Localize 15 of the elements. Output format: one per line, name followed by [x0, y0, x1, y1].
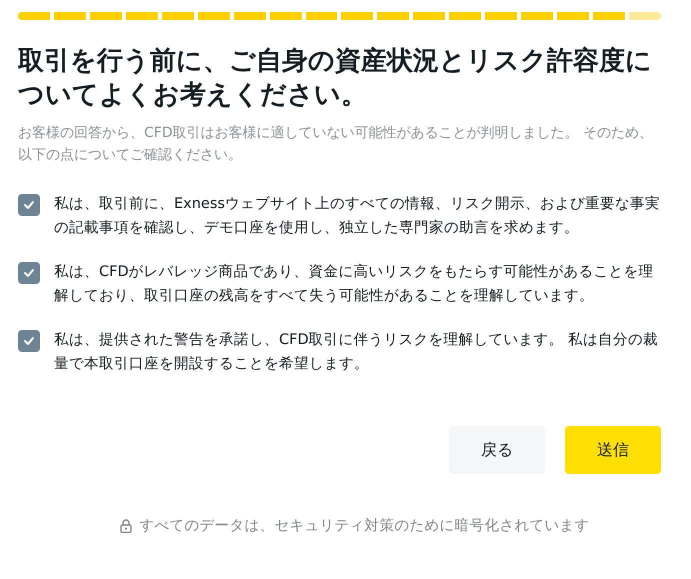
- submit-button[interactable]: 送信: [565, 426, 661, 474]
- checkbox[interactable]: [18, 330, 40, 352]
- security-note: すべてのデータは、セキュリティ対策のために暗号化されています: [140, 516, 590, 535]
- confirmation-text: 私は、CFDがレバレッジ商品であり、資金に高いリスクをもたらす可能性があることを理解しており、取引口座の残高をすべて失う可能性があることを理解しています。: [54, 262, 655, 306]
- checkbox[interactable]: [18, 194, 40, 216]
- check-icon: [23, 200, 35, 210]
- back-button[interactable]: 戻る: [449, 426, 545, 474]
- lock-icon: [120, 518, 132, 532]
- check-icon: [23, 336, 35, 346]
- confirmation-text: 私は、提供された警告を承諾し、CFD取引に伴うリスクを理解しています。 私は自分の裁量で本取引口座を開設することを希望します。: [54, 331, 660, 374]
- check-icon: [23, 268, 35, 278]
- description-text: お客様の回答から、CFD取引はお客様に適していない可能性があることが判明しました。 そのため、以下の点についてご確認ください。: [18, 124, 654, 165]
- checkbox[interactable]: [18, 262, 40, 284]
- confirmation-text: 私は、取引前に、Exnessウェブサイト上のすべての情報、リスク開示、および重要な事実の記載事項を確認し、デモ口座を使用し、独立した専門家の助言を求めます。: [54, 194, 661, 238]
- page-title: 取引を行う前に、ご自身の資産状況とリスク許容度についてよくお考えください。: [18, 45, 653, 112]
